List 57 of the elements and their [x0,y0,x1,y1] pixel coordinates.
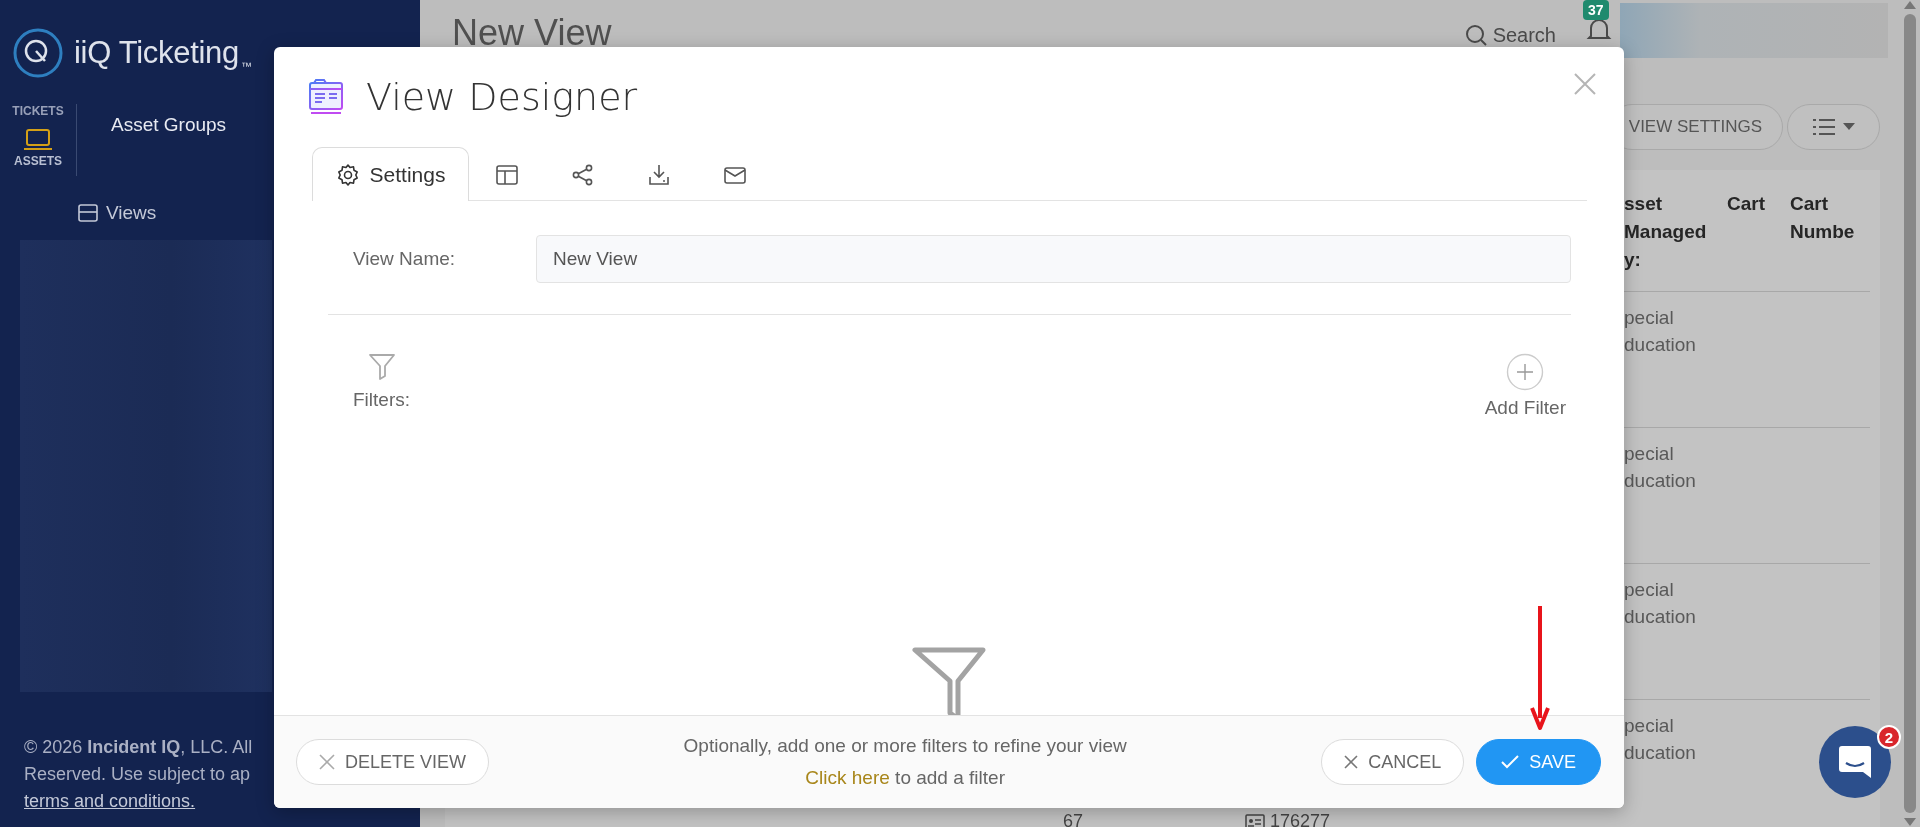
table-cell-text: pecial ducation [1624,714,1697,765]
search-icon [1464,24,1487,46]
column-header: Cart [1727,192,1766,216]
copyright-text: © 2026 Incident IQ, LLC. All [24,736,253,759]
close-icon [1344,755,1359,769]
tab[interactable]: Settings [312,147,469,201]
notification-badge: 37 [1583,0,1609,20]
table-cell-text: pecial ducation [1624,578,1697,629]
table-cell-text: pecial ducation [1624,306,1697,357]
filter-icon [912,647,986,715]
close-icon [1574,73,1596,95]
page-title: New View [452,12,612,54]
list-menu-button[interactable] [1787,104,1880,150]
id-card-icon [1245,813,1265,827]
chat-icon [1838,744,1872,780]
table-cell-text: 176277 [1270,810,1331,827]
scroll-up-icon[interactable] [1903,0,1917,10]
module-tab[interactable]: ASSETS [14,154,62,168]
view-name-field[interactable]: New View [536,235,1571,283]
table-cell-text: pecial ducation [1624,442,1697,493]
copyright-text: Reserved. Use subject to ap [24,763,251,786]
caret-icon [1842,123,1855,131]
cancel-button[interactable]: CANCEL [1321,739,1465,785]
layout-icon [495,162,519,187]
share-icon [571,162,595,187]
save-button[interactable]: SAVE [1476,739,1601,785]
empty-hint: to add a filter [895,767,1005,788]
dialog-title: View Designer [366,75,638,119]
field-label: View Name: [353,248,457,270]
column-header: Cart Numbe [1790,192,1852,244]
search-button[interactable]: Search [1464,23,1556,47]
brand-name: iiQ Ticketing [74,35,239,71]
nav-link[interactable]: Views [106,202,157,224]
logo-icon [12,27,64,79]
list-icon [1812,118,1835,136]
close-icon [319,754,335,770]
terms-link[interactable]: terms and conditions. [24,791,196,811]
scroll-down-icon[interactable] [1903,817,1917,827]
window-icon [308,79,344,115]
filter-icon [367,353,396,381]
scrollbar[interactable] [1900,0,1920,827]
trademark: ™ [240,60,252,72]
filters-label: Filters: [353,389,410,411]
add-filter-link[interactable]: Click here [805,767,890,788]
empty-message: Optionally, add one or more filters to refine your view [682,734,1128,758]
table-cell-text: 67 [1063,810,1085,827]
panel-icon [78,204,98,222]
section-title: Asset Groups [111,114,227,137]
plus-circle-icon [1506,353,1545,391]
download-icon [647,162,671,187]
add-filter-button[interactable]: Add Filter [1484,353,1566,419]
column-header: sset Managed y: [1624,192,1708,272]
delete-view-button[interactable]: DELETE VIEW [296,739,490,785]
gear-icon [335,162,360,187]
close-button[interactable] [1572,71,1598,97]
check-icon [1501,755,1520,769]
module-tab[interactable]: TICKETS [12,104,64,118]
